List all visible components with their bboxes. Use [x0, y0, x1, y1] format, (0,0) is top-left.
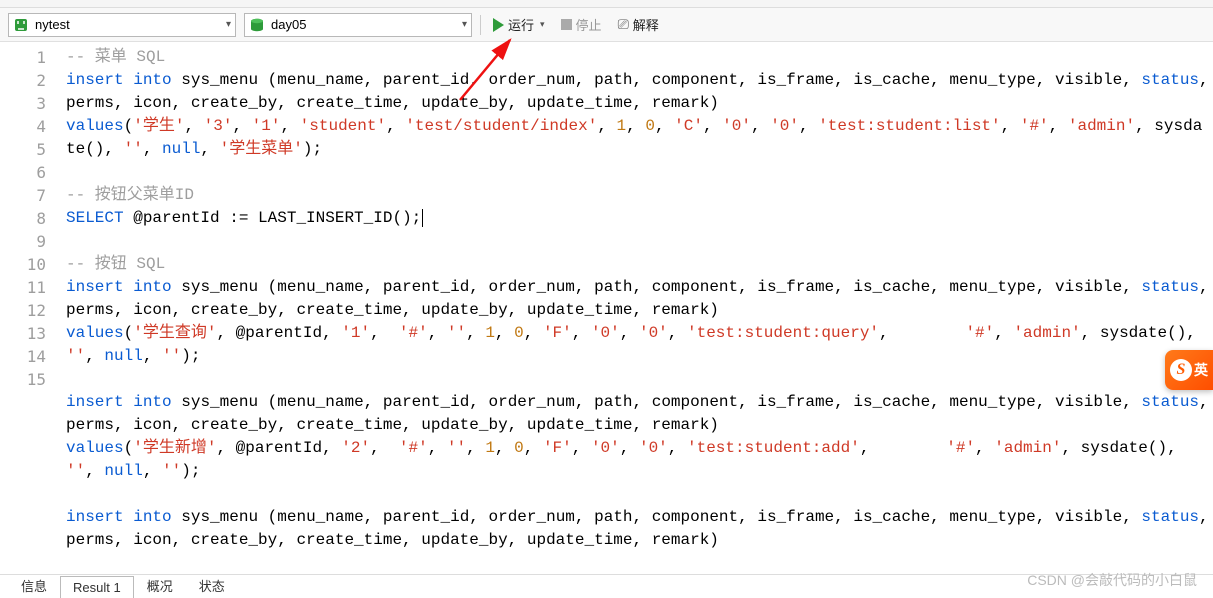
- plug-icon: [13, 17, 29, 33]
- connection-value: nytest: [35, 17, 220, 32]
- run-button[interactable]: 运行 ▾: [489, 13, 549, 36]
- text-caret: [422, 209, 423, 227]
- toolbar-main: nytest ▾ day05 ▾ 运行 ▾ 停止 ⎚ 解释: [0, 8, 1213, 42]
- code-area[interactable]: -- 菜单 SQL insert into sys_menu (menu_nam…: [56, 42, 1213, 574]
- toolbar-divider: [480, 15, 481, 35]
- chevron-down-icon: ▾: [540, 19, 545, 30]
- stop-icon: [561, 19, 572, 30]
- chevron-down-icon: ▾: [462, 19, 467, 30]
- connection-dropdown[interactable]: nytest ▾: [8, 13, 236, 37]
- sogou-ime-badge[interactable]: S 英: [1165, 350, 1213, 390]
- line-gutter: 123456789101112131415: [0, 42, 56, 574]
- sogou-mode-label: 英: [1194, 360, 1208, 380]
- explain-label: 解释: [633, 15, 659, 34]
- tab-result1[interactable]: Result 1: [60, 576, 134, 598]
- explain-button[interactable]: ⎚ 解释: [614, 13, 663, 36]
- database-value: day05: [271, 17, 456, 32]
- stop-button: 停止: [557, 13, 606, 36]
- sogou-s-icon: S: [1170, 359, 1192, 381]
- tab-info[interactable]: 信息: [8, 572, 60, 598]
- tab-profile[interactable]: 概况: [134, 572, 186, 598]
- database-icon: [249, 17, 265, 33]
- tab-status[interactable]: 状态: [186, 572, 238, 598]
- watermark-text: CSDN @会敲代码的小白鼠: [1027, 570, 1197, 590]
- explain-icon: ⎚: [618, 16, 629, 33]
- chevron-down-icon: ▾: [226, 19, 231, 30]
- database-dropdown[interactable]: day05 ▾: [244, 13, 472, 37]
- run-label: 运行: [508, 15, 534, 34]
- sql-editor[interactable]: 123456789101112131415 -- 菜单 SQL insert i…: [0, 42, 1213, 574]
- play-icon: [493, 18, 504, 32]
- toolbar-top-partial: [0, 0, 1213, 8]
- stop-label: 停止: [576, 15, 602, 34]
